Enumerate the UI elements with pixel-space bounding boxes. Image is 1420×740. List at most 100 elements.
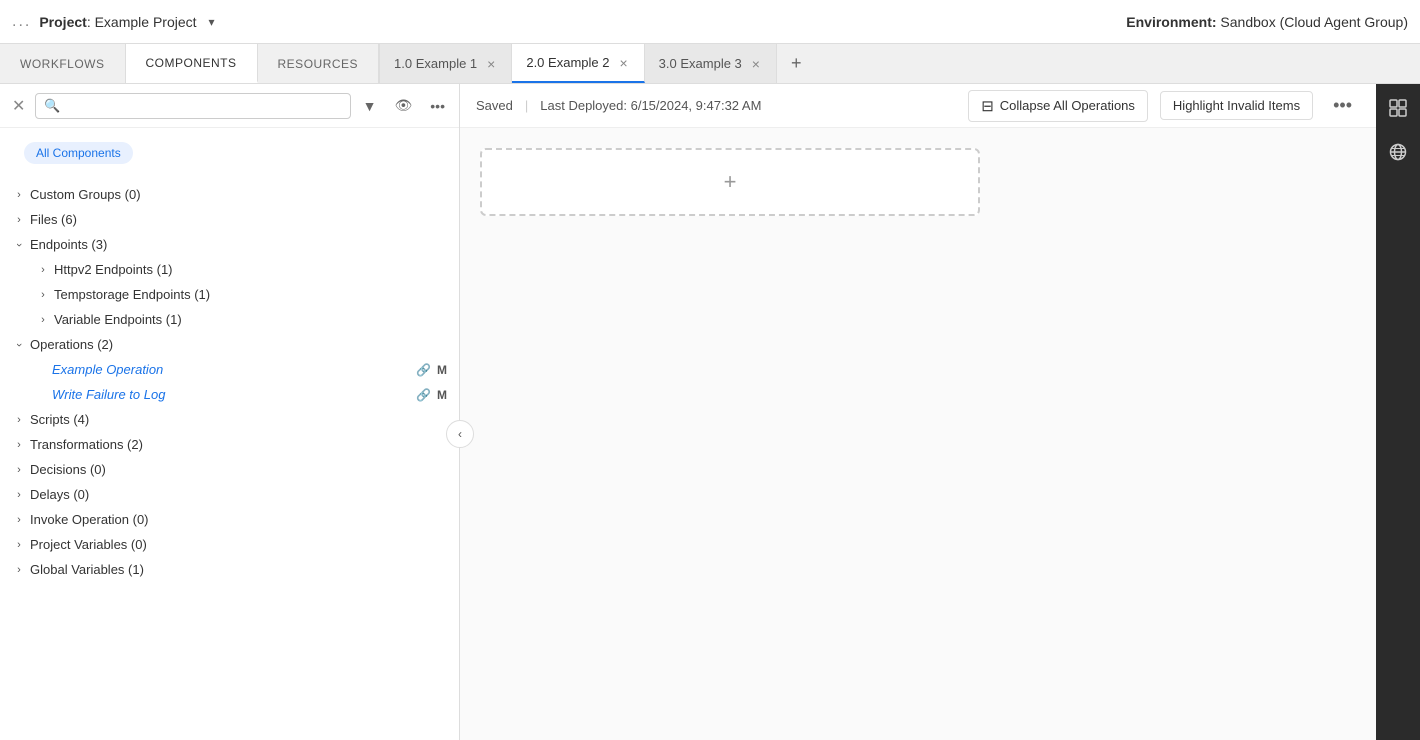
chevron-transformations: › <box>12 439 26 451</box>
doc-tab-2-close[interactable]: × <box>617 56 629 70</box>
tree-item-custom-groups[interactable]: › Custom Groups (0) <box>0 182 459 207</box>
chevron-invoke-operation: › <box>12 514 26 526</box>
tab-nav-components[interactable]: COMPONENTS <box>126 44 258 83</box>
tree-item-httpv2[interactable]: › Httpv2 Endpoints (1) <box>0 257 459 282</box>
collapse-icon: ⊟ <box>981 97 994 115</box>
search-input[interactable] <box>67 98 342 113</box>
filter-button[interactable]: ▼ <box>357 94 383 118</box>
nav-tabs: WORKFLOWS COMPONENTS RESOURCES <box>0 44 379 83</box>
op-label-example: Example Operation <box>52 362 412 377</box>
label-httpv2: Httpv2 Endpoints (1) <box>54 262 173 277</box>
tree-container: › Custom Groups (0) › Files (6) › Endpoi… <box>0 178 459 740</box>
tree-item-invoke-operation[interactable]: › Invoke Operation (0) <box>0 507 459 532</box>
doc-tab-2-label: 2.0 Example 2 <box>526 55 609 70</box>
chevron-scripts: › <box>12 414 26 426</box>
tree-item-endpoints[interactable]: › Endpoints (3) <box>0 232 459 257</box>
op-icons-write-failure: 🔗 M <box>416 388 447 402</box>
search-box: 🔍 <box>35 93 350 119</box>
last-deployed: Last Deployed: 6/15/2024, 9:47:32 AM <box>540 98 761 113</box>
tree-item-transformations[interactable]: › Transformations (2) <box>0 432 459 457</box>
doc-tab-3-close[interactable]: × <box>750 57 762 71</box>
label-project-variables: Project Variables (0) <box>30 537 147 552</box>
more-button[interactable]: ••• <box>424 94 451 118</box>
tree-item-operations[interactable]: › Operations (2) <box>0 332 459 357</box>
main-content: ✕ 🔍 ▼ 👁 ••• All Components › Custom Grou… <box>0 84 1420 740</box>
label-files: Files (6) <box>30 212 77 227</box>
label-global-variables: Global Variables (1) <box>30 562 144 577</box>
operation-item-example[interactable]: Example Operation 🔗 M <box>0 357 459 382</box>
sidebar-collapse-arrow-container: ‹ <box>446 420 474 448</box>
right-panel-grid-button[interactable] <box>1380 92 1416 128</box>
sidebar-close-button[interactable]: ✕ <box>8 92 29 120</box>
label-decisions: Decisions (0) <box>30 462 106 477</box>
project-dropdown[interactable]: ▾ <box>205 13 219 31</box>
doc-tab-2[interactable]: 2.0 Example 2 × <box>512 44 644 83</box>
canvas-wrapper: ‹ + <box>460 128 1376 740</box>
grid-icon <box>1388 98 1408 123</box>
tree-item-global-variables[interactable]: › Global Variables (1) <box>0 557 459 582</box>
tree-item-delays[interactable]: › Delays (0) <box>0 482 459 507</box>
label-delays: Delays (0) <box>30 487 89 502</box>
chevron-httpv2: › <box>36 264 50 276</box>
label-variable-endpoints: Variable Endpoints (1) <box>54 312 182 327</box>
tree-item-project-variables[interactable]: › Project Variables (0) <box>0 532 459 557</box>
doc-tab-1-label: 1.0 Example 1 <box>394 56 477 71</box>
chevron-operations: › <box>13 338 25 352</box>
label-tempstorage: Tempstorage Endpoints (1) <box>54 287 210 302</box>
link-icon-write-failure: 🔗 <box>416 388 431 402</box>
tree-item-scripts[interactable]: › Scripts (4) <box>0 407 459 432</box>
tree-item-variable-endpoints[interactable]: › Variable Endpoints (1) <box>0 307 459 332</box>
op-label-write-failure: Write Failure to Log <box>52 387 412 402</box>
tree-item-decisions[interactable]: › Decisions (0) <box>0 457 459 482</box>
project-title: Project: Example Project <box>39 14 196 30</box>
tab-nav-workflows[interactable]: WORKFLOWS <box>0 44 126 83</box>
tab-nav-resources[interactable]: RESOURCES <box>258 44 380 83</box>
workspace: Saved | Last Deployed: 6/15/2024, 9:47:3… <box>460 84 1376 740</box>
label-scripts: Scripts (4) <box>30 412 89 427</box>
add-tab-button[interactable]: + <box>777 44 816 83</box>
tab-bar: WORKFLOWS COMPONENTS RESOURCES 1.0 Examp… <box>0 44 1420 84</box>
chevron-variable-endpoints: › <box>36 314 50 326</box>
env-label: Environment: Sandbox (Cloud Agent Group) <box>1126 14 1408 30</box>
op-badge-example: M <box>437 363 447 377</box>
chevron-decisions: › <box>12 464 26 476</box>
sidebar-toolbar: ✕ 🔍 ▼ 👁 ••• <box>0 84 459 128</box>
label-transformations: Transformations (2) <box>30 437 143 452</box>
workspace-more-button[interactable]: ••• <box>1325 91 1360 120</box>
toolbar-separator: | <box>525 98 528 113</box>
doc-tab-1-close[interactable]: × <box>485 57 497 71</box>
saved-status: Saved <box>476 98 513 113</box>
globe-icon <box>1388 142 1408 167</box>
window-dots: ... <box>12 13 31 31</box>
chevron-project-variables: › <box>12 539 26 551</box>
doc-tab-3[interactable]: 3.0 Example 3 × <box>645 44 777 83</box>
title-bar: ... Project: Example Project ▾ Environme… <box>0 0 1420 44</box>
tree-item-tempstorage[interactable]: › Tempstorage Endpoints (1) <box>0 282 459 307</box>
chevron-files: › <box>12 214 26 226</box>
operation-item-write-failure[interactable]: Write Failure to Log 🔗 M <box>0 382 459 407</box>
right-panel-globe-button[interactable] <box>1380 136 1416 172</box>
highlight-invalid-button[interactable]: Highlight Invalid Items <box>1160 91 1313 120</box>
chevron-global-variables: › <box>12 564 26 576</box>
label-custom-groups: Custom Groups (0) <box>30 187 141 202</box>
label-endpoints: Endpoints (3) <box>30 237 107 252</box>
sidebar-collapse-arrow[interactable]: ‹ <box>446 420 474 448</box>
tree-item-files[interactable]: › Files (6) <box>0 207 459 232</box>
right-panel <box>1376 84 1420 740</box>
add-step-box[interactable]: + <box>480 148 980 216</box>
label-operations: Operations (2) <box>30 337 113 352</box>
sidebar: ✕ 🔍 ▼ 👁 ••• All Components › Custom Grou… <box>0 84 460 740</box>
canvas: + <box>460 128 1376 740</box>
chevron-tempstorage: › <box>36 289 50 301</box>
collapse-all-button[interactable]: ⊟ Collapse All Operations <box>968 90 1148 122</box>
op-icons-example: 🔗 M <box>416 363 447 377</box>
filter-tag[interactable]: All Components <box>24 142 133 164</box>
view-button[interactable]: 👁 <box>389 93 419 118</box>
chevron-endpoints: › <box>13 238 25 252</box>
doc-tab-1[interactable]: 1.0 Example 1 × <box>380 44 512 83</box>
search-icon: 🔍 <box>44 98 60 114</box>
chevron-custom-groups: › <box>12 189 26 201</box>
link-icon-example: 🔗 <box>416 363 431 377</box>
workspace-toolbar: Saved | Last Deployed: 6/15/2024, 9:47:3… <box>460 84 1376 128</box>
chevron-delays: › <box>12 489 26 501</box>
